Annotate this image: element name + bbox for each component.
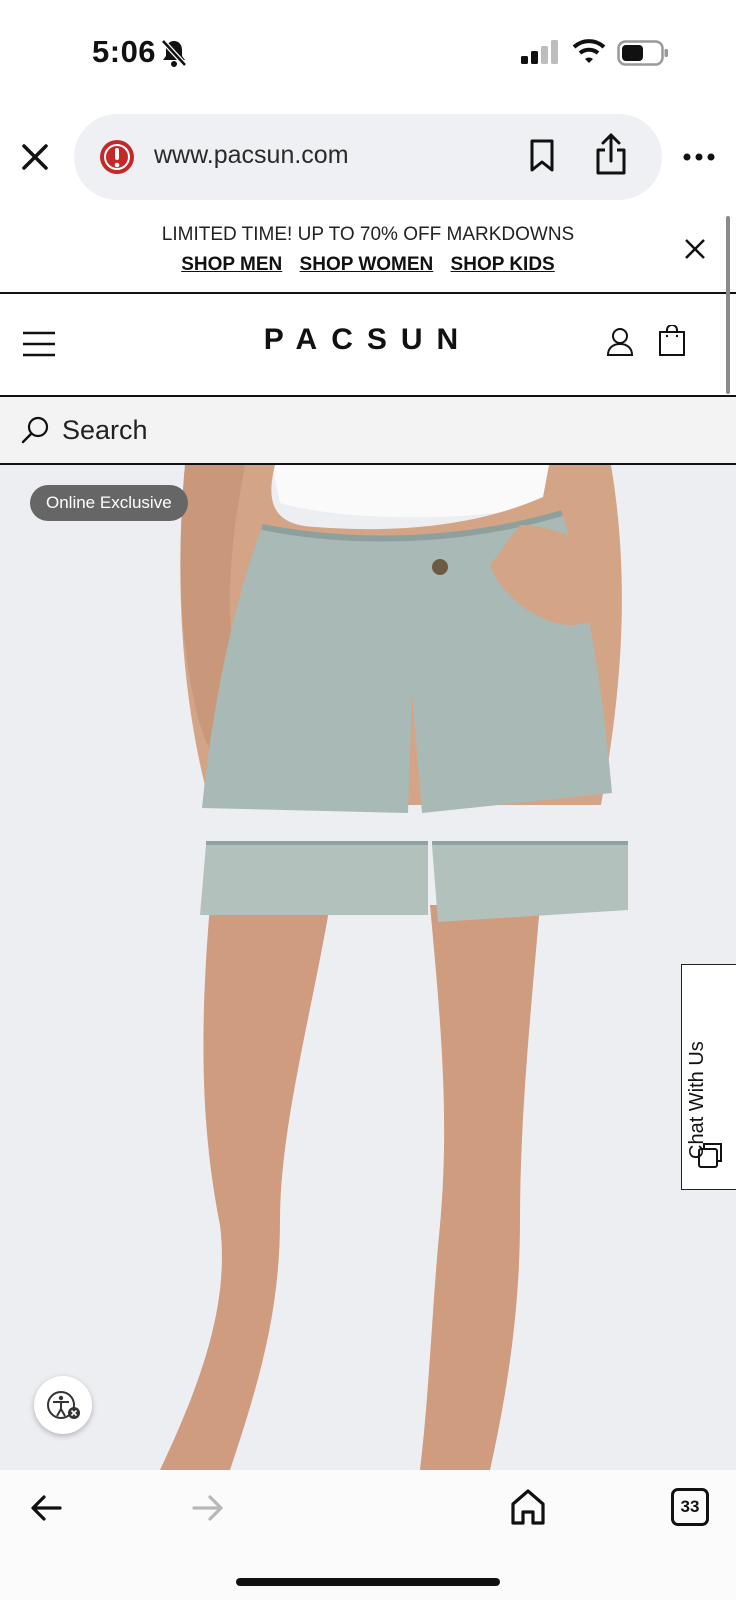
search-icon	[21, 416, 49, 444]
shop-men-link[interactable]: SHOP MEN	[181, 254, 282, 275]
promo-text: LIMITED TIME! UP TO 70% OFF MARKDOWNS	[161, 224, 575, 245]
battery-icon	[617, 40, 668, 66]
chat-label[interactable]: Chat With Us	[686, 979, 709, 1159]
online-exclusive-badge: Online Exclusive	[30, 485, 188, 521]
status-time: 5:06	[92, 34, 157, 69]
search-label[interactable]: Search	[62, 415, 148, 446]
forward-arrow-icon[interactable]	[192, 1494, 224, 1522]
site-header: PACSUN	[0, 293, 736, 397]
signal-icon	[521, 40, 558, 64]
home-icon[interactable]	[510, 1488, 546, 1526]
wifi-icon	[572, 39, 606, 63]
browser-toolbar: www.pacsun.com	[0, 112, 736, 202]
product-image[interactable]: Online Exclusive	[0, 465, 736, 1470]
address-bar[interactable]: www.pacsun.com	[74, 114, 662, 200]
scrollbar-thumb[interactable]	[726, 216, 730, 394]
search-bar[interactable]: Search	[0, 397, 736, 465]
bookmark-icon[interactable]	[528, 138, 556, 174]
close-icon[interactable]	[20, 142, 50, 172]
tabs-count-button[interactable]: 33	[671, 1488, 709, 1526]
bell-off-icon	[161, 39, 187, 67]
url-text[interactable]: www.pacsun.com	[154, 141, 349, 170]
promo-links: SHOP MEN SHOP WOMEN SHOP KIDS	[0, 254, 736, 276]
browser-bottom-toolbar: 33	[0, 1470, 736, 1600]
shopping-bag-icon[interactable]	[658, 325, 686, 357]
back-arrow-icon[interactable]	[30, 1494, 62, 1522]
accessibility-button[interactable]	[34, 1376, 92, 1434]
chat-icon	[698, 1143, 722, 1168]
home-indicator	[236, 1578, 500, 1586]
accessibility-icon	[47, 1391, 80, 1419]
shop-women-link[interactable]: SHOP WOMEN	[300, 254, 434, 275]
security-warning-icon[interactable]	[98, 138, 136, 176]
chat-with-us-tab[interactable]: Chat With Us	[681, 964, 736, 1190]
shop-kids-link[interactable]: SHOP KIDS	[451, 254, 555, 275]
promo-banner: LIMITED TIME! UP TO 70% OFF MARKDOWNS SH…	[0, 212, 736, 294]
more-icon[interactable]	[683, 152, 715, 162]
share-icon[interactable]	[594, 132, 628, 176]
account-icon[interactable]	[606, 327, 634, 357]
close-banner-icon[interactable]	[684, 238, 706, 260]
product-photo	[0, 465, 736, 1470]
status-bar: 5:06	[0, 0, 736, 100]
